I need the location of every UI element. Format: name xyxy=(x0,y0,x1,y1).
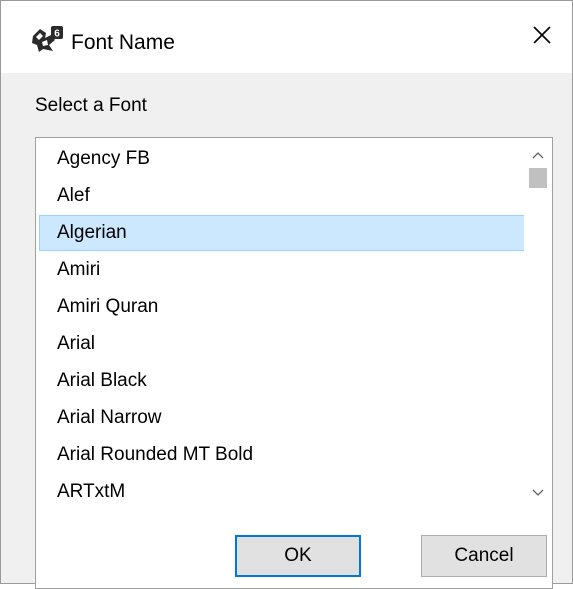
font-list-item[interactable]: Agency FB xyxy=(39,141,525,177)
svg-text:6: 6 xyxy=(54,29,60,40)
font-list: Agency FB Alef Algerian Amiri Amiri Qura… xyxy=(36,138,526,588)
font-list-item[interactable]: Arial Black xyxy=(39,363,525,399)
font-list-item[interactable]: Arial Narrow xyxy=(39,400,525,436)
vertical-scrollbar[interactable] xyxy=(524,138,552,588)
title-bar[interactable]: 6 Font Name xyxy=(1,1,572,73)
close-icon xyxy=(532,25,552,50)
font-list-item[interactable]: Arial Rounded MT Bold xyxy=(39,437,525,473)
app-logo-icon: 6 xyxy=(31,26,63,54)
select-font-label: Select a Font xyxy=(35,95,147,116)
font-listbox[interactable]: Agency FB Alef Algerian Amiri Amiri Qura… xyxy=(35,137,553,589)
font-list-item[interactable]: Alef xyxy=(39,178,525,214)
close-button[interactable] xyxy=(512,1,572,73)
ok-button[interactable]: OK xyxy=(235,535,361,577)
scroll-down-button[interactable] xyxy=(524,478,552,506)
chevron-down-icon xyxy=(532,484,544,500)
dialog-body: Select a Font Agency FB Alef Algerian Am… xyxy=(1,73,572,589)
scroll-up-button[interactable] xyxy=(524,140,552,168)
font-list-item[interactable]: Amiri Quran xyxy=(39,289,525,325)
window-title: Font Name xyxy=(71,31,175,54)
font-list-item-selected[interactable]: Algerian xyxy=(39,215,525,251)
font-list-item[interactable]: Arial xyxy=(39,326,525,362)
cancel-button[interactable]: Cancel xyxy=(421,535,547,577)
scroll-thumb[interactable] xyxy=(529,168,547,188)
chevron-up-icon xyxy=(532,146,544,162)
font-list-item[interactable]: ARTxtM xyxy=(39,474,525,510)
font-name-dialog: 6 Font Name Select a Font Agency FB Alef… xyxy=(0,0,573,589)
font-list-item[interactable]: Amiri xyxy=(39,252,525,288)
